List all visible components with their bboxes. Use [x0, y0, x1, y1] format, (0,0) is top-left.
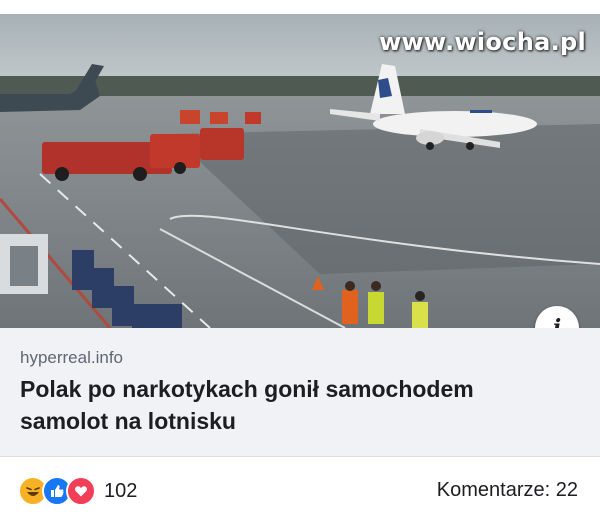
comments-count[interactable]: Komentarze: 22 [437, 479, 578, 502]
post-footer: 102 Komentarze: 22 [0, 457, 600, 527]
link-domain: hyperreal.info [20, 348, 124, 367]
airport-scene [0, 14, 600, 328]
link-title[interactable]: Polak po narkotykach gonił samochodem sa… [20, 373, 560, 437]
watermark: www.wiocha.pl [379, 28, 586, 56]
love-icon [66, 476, 96, 506]
reaction-count[interactable]: 102 [104, 480, 137, 503]
facebook-post: www.wiocha.pl i hyperreal.info Polak po … [0, 0, 600, 527]
top-strip [0, 0, 600, 14]
reactions-summary[interactable]: 102 [18, 476, 137, 506]
post-image[interactable]: www.wiocha.pl [0, 14, 600, 328]
link-preview-card[interactable]: hyperreal.info Polak po narkotykach goni… [0, 328, 600, 456]
